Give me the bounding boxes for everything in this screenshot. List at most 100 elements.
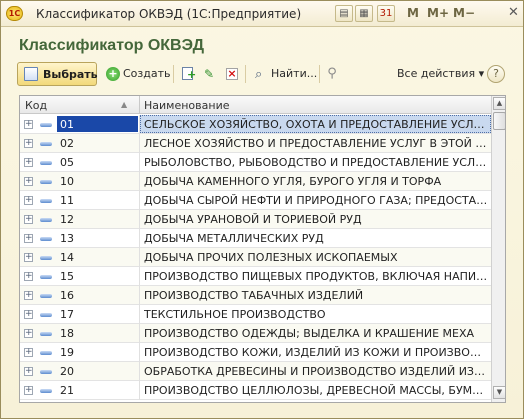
vertical-scrollbar[interactable]: ▲ ▼ [491,96,505,402]
column-divider [139,153,140,172]
cancel-search-icon[interactable]: ⚲ [323,65,341,83]
cell-code: 21 [60,384,74,397]
table-row[interactable]: +19 ПРОИЗВОДСТВО КОЖИ, ИЗДЕЛИЙ ИЗ КОЖИ И … [20,343,491,362]
column-header-code[interactable]: Код [25,99,47,112]
expand-icon[interactable]: + [24,177,33,186]
cell-name: ТЕКСТИЛЬНОЕ ПРОИЗВОДСТВО [144,308,326,321]
scroll-down-icon[interactable]: ▼ [493,386,505,399]
cell-name: ОБРАБОТКА ДРЕВЕСИНЫ И ПРОИЗВОДСТВО ИЗДЕЛ… [144,365,488,378]
select-button-label: Выбрать [43,68,98,81]
cell-code: 18 [60,327,74,340]
column-divider [139,267,140,286]
cell-code: 02 [60,137,74,150]
table-row[interactable]: +20 ОБРАБОТКА ДРЕВЕСИНЫ И ПРОИЗВОДСТВО ИЗ… [20,362,491,381]
cell-name: РЫБОЛОВСТВО, РЫБОВОДСТВО И ПРЕДОСТАВЛЕНИ… [144,156,488,169]
column-divider[interactable] [139,96,140,114]
expand-icon[interactable]: + [24,120,33,129]
main-window: 1C Классификатор ОКВЭД (1С:Предприятие) … [0,0,524,419]
calendar-icon[interactable]: 31 [377,5,395,22]
all-actions-menu[interactable]: Все действия ▾ [397,67,484,80]
table-row[interactable]: +10 ДОБЫЧА КАМЕННОГО УГЛЯ, БУРОГО УГЛЯ И … [20,172,491,191]
cell-name: ПРОИЗВОДСТВО ЦЕЛЛЮЛОЗЫ, ДРЕВЕСНОЙ МАССЫ,… [144,384,488,397]
cell-name: ЛЕСНОЕ ХОЗЯЙСТВО И ПРЕДОСТАВЛЕНИЕ УСЛУГ … [144,137,488,150]
table-row[interactable]: +02 ЛЕСНОЕ ХОЗЯЙСТВО И ПРЕДОСТАВЛЕНИЕ УСЛ… [20,134,491,153]
group-icon [40,161,52,165]
table-header: Код ▲ Наименование [20,96,491,114]
separator [245,65,246,83]
cell-name: ДОБЫЧА КАМЕННОГО УГЛЯ, БУРОГО УГЛЯ И ТОР… [144,175,442,188]
expand-icon[interactable]: + [24,253,33,262]
expand-icon[interactable]: + [24,158,33,167]
column-divider [139,248,140,267]
table-row[interactable]: +05 РЫБОЛОВСТВО, РЫБОВОДСТВО И ПРЕДОСТАВЛ… [20,153,491,172]
expand-icon[interactable]: + [24,139,33,148]
help-button[interactable]: ? [487,65,505,83]
expand-icon[interactable]: + [24,386,33,395]
cell-code: 20 [60,365,74,378]
table-row[interactable]: +01 СЕЛЬСКОЕ ХОЗЯЙСТВО, ОХОТА И ПРЕДОСТАВ… [20,115,491,134]
expand-icon[interactable]: + [24,329,33,338]
select-icon [24,67,38,81]
expand-icon[interactable]: + [24,196,33,205]
cell-code: 11 [60,194,74,207]
group-icon [40,218,52,222]
expand-icon[interactable]: + [24,348,33,357]
table-body: +01 СЕЛЬСКОЕ ХОЗЯЙСТВО, ОХОТА И ПРЕДОСТАВ… [20,115,491,400]
expand-icon[interactable]: + [24,291,33,300]
page-title: Классификатор ОКВЭД [19,37,204,54]
find-button[interactable]: ⌕ Найти... [251,62,317,86]
memory-plus-button[interactable]: M+ [427,6,449,20]
group-icon [40,123,52,127]
sort-ascending-icon[interactable]: ▲ [121,100,130,109]
column-divider [139,115,140,134]
copy-icon[interactable]: ▤ [335,5,353,22]
table-row[interactable]: +12 ДОБЫЧА УРАНОВОЙ И ТОРИЕВОЙ РУД [20,210,491,229]
cell-code: 10 [60,175,74,188]
table-row[interactable]: +14 ДОБЫЧА ПРОЧИХ ПОЛЕЗНЫХ ИСКОПАЕМЫХ [20,248,491,267]
app-logo[interactable]: 1C [6,6,23,21]
group-icon [40,142,52,146]
cell-code: 13 [60,232,74,245]
create-button-label: Создать [123,67,171,80]
memory-button[interactable]: M [407,6,419,20]
table-row[interactable]: +16 ПРОИЗВОДСТВО ТАБАЧНЫХ ИЗДЕЛИЙ [20,286,491,305]
close-icon[interactable]: ✕ [506,5,521,21]
table-row[interactable]: +21 ПРОИЗВОДСТВО ЦЕЛЛЮЛОЗЫ, ДРЕВЕСНОЙ МАС… [20,381,491,400]
expand-icon[interactable]: + [24,367,33,376]
select-button[interactable]: Выбрать [17,62,98,86]
cell-code: 16 [60,289,74,302]
cell-name: ПРОИЗВОДСТВО КОЖИ, ИЗДЕЛИЙ ИЗ КОЖИ И ПРО… [144,346,488,359]
expand-icon[interactable]: + [24,272,33,281]
cell-name: ПРОИЗВОДСТВО ПИЩЕВЫХ ПРОДУКТОВ, ВКЛЮЧАЯ … [144,270,488,283]
column-divider [139,324,140,343]
scroll-up-icon[interactable]: ▲ [493,97,505,110]
cell-code: 05 [60,156,74,169]
create-button[interactable]: + Создать [103,62,171,86]
group-icon [40,313,52,317]
copy-item-icon[interactable] [179,65,197,83]
command-bar: Выбрать + Создать ✎ × ⌕ Найти... ⚲ Все д… [17,62,505,86]
expand-icon[interactable]: + [24,215,33,224]
column-divider [139,210,140,229]
column-header-name[interactable]: Наименование [144,99,229,112]
cell-code: 14 [60,251,74,264]
expand-icon[interactable]: + [24,234,33,243]
column-divider [139,305,140,324]
group-icon [40,275,52,279]
classifier-table[interactable]: Код ▲ Наименование +01 СЕЛЬСКОЕ ХОЗЯЙСТВО… [19,95,506,403]
table-row[interactable]: +17 ТЕКСТИЛЬНОЕ ПРОИЗВОДСТВО [20,305,491,324]
scroll-thumb[interactable] [493,112,505,130]
table-row[interactable]: +13 ДОБЫЧА МЕТАЛЛИЧЕСКИХ РУД [20,229,491,248]
group-icon [40,332,52,336]
delete-icon[interactable]: × [223,65,241,83]
table-row[interactable]: +15 ПРОИЗВОДСТВО ПИЩЕВЫХ ПРОДУКТОВ, ВКЛЮЧ… [20,267,491,286]
table-row[interactable]: +18 ПРОИЗВОДСТВО ОДЕЖДЫ; ВЫДЕЛКА И КРАШЕН… [20,324,491,343]
column-divider [139,191,140,210]
cell-name: ДОБЫЧА УРАНОВОЙ И ТОРИЕВОЙ РУД [144,213,362,226]
group-icon [40,389,52,393]
table-row[interactable]: +11 ДОБЫЧА СЫРОЙ НЕФТИ И ПРИРОДНОГО ГАЗА;… [20,191,491,210]
edit-icon[interactable]: ✎ [200,65,218,83]
expand-icon[interactable]: + [24,310,33,319]
memory-minus-button[interactable]: M− [453,6,475,20]
calculator-icon[interactable]: ▦ [355,5,373,22]
